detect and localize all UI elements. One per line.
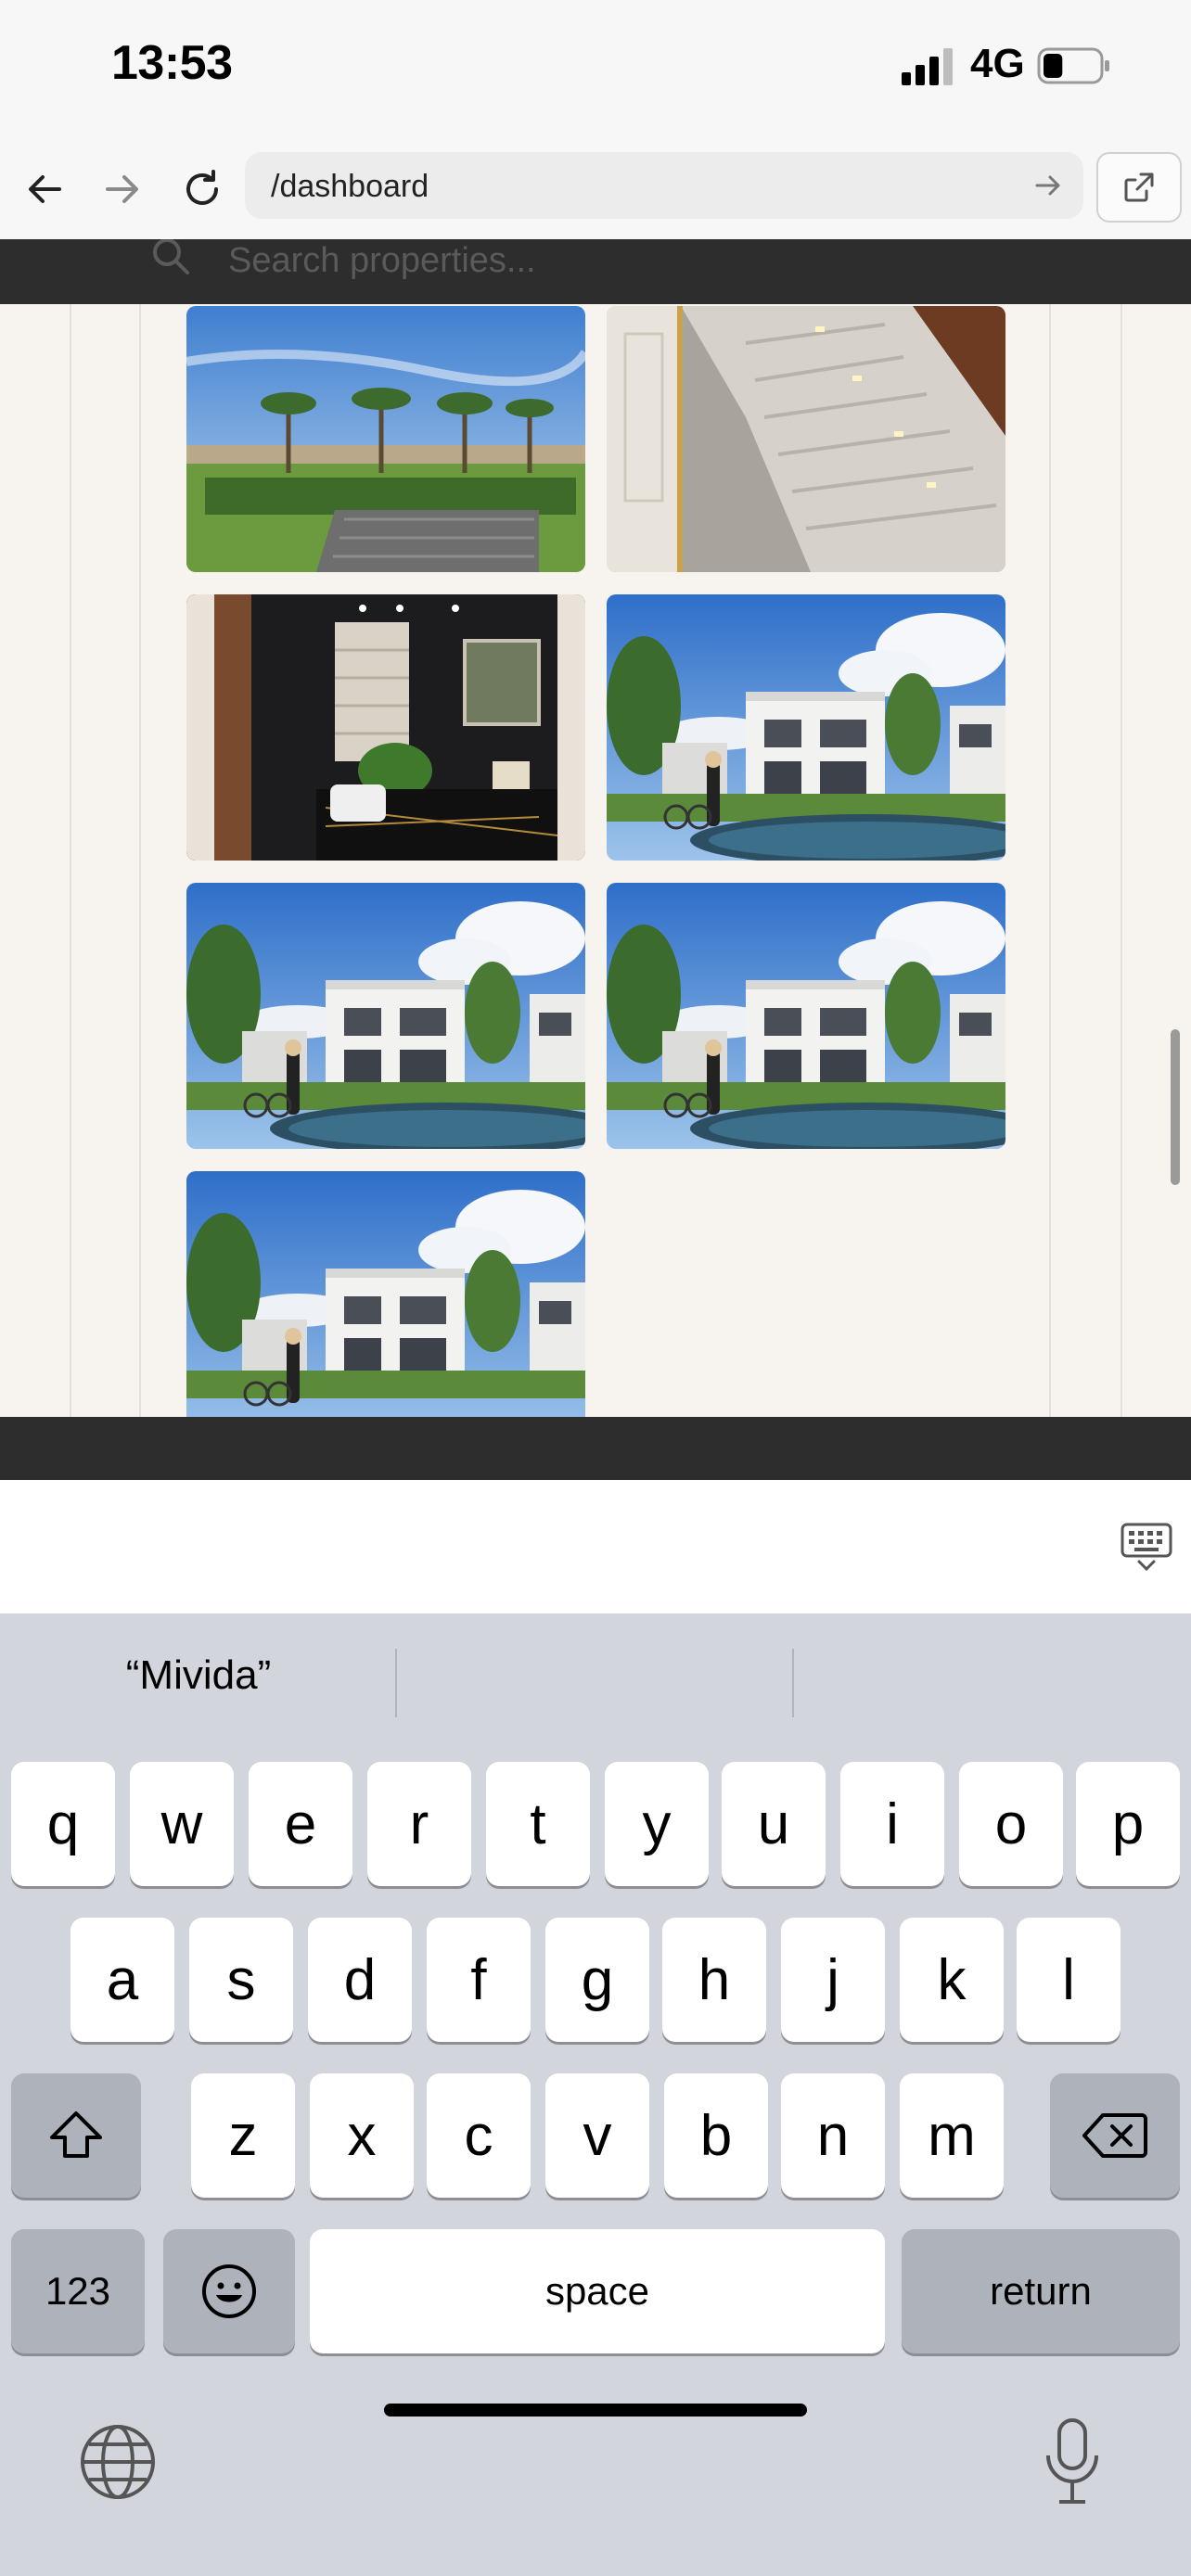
- gallery-photo[interactable]: [186, 883, 585, 1149]
- key-x[interactable]: x: [310, 2073, 414, 2198]
- key-k[interactable]: k: [900, 1918, 1004, 2042]
- browser-toolbar: /dashboard: [0, 139, 1191, 239]
- forward-button[interactable]: [95, 161, 150, 217]
- key-c[interactable]: c: [427, 2073, 531, 2198]
- key-o[interactable]: o: [959, 1762, 1063, 1886]
- go-arrow-icon[interactable]: [1030, 167, 1067, 204]
- network-type: 4G: [970, 41, 1025, 86]
- open-external-button[interactable]: [1096, 152, 1182, 223]
- key-h[interactable]: h: [662, 1918, 766, 2042]
- divider-line: [1121, 304, 1122, 1417]
- search-input[interactable]: [226, 239, 972, 289]
- divider-line: [139, 304, 141, 1417]
- divider-line: [70, 304, 71, 1417]
- key-y[interactable]: y: [605, 1762, 709, 1886]
- divider-line: [1049, 304, 1051, 1417]
- key-l[interactable]: l: [1017, 1918, 1121, 2042]
- key-g[interactable]: g: [545, 1918, 649, 2042]
- key-a[interactable]: a: [70, 1918, 174, 2042]
- gallery-container: [0, 304, 1191, 1417]
- gallery-photo[interactable]: [607, 306, 1005, 572]
- key-n[interactable]: n: [781, 2073, 885, 2198]
- arrow-right-icon: [106, 175, 138, 203]
- gallery-photo[interactable]: [186, 1171, 585, 1417]
- key-b[interactable]: b: [664, 2073, 768, 2198]
- scrollbar-thumb[interactable]: [1171, 1029, 1180, 1185]
- key-q[interactable]: q: [11, 1762, 115, 1886]
- status-time: 13:53: [111, 36, 233, 90]
- microphone-icon[interactable]: [1043, 2417, 1102, 2507]
- home-indicator[interactable]: [384, 2404, 807, 2417]
- search-icon: [153, 239, 189, 274]
- gallery-photo[interactable]: [186, 594, 585, 861]
- emoji-key[interactable]: [163, 2229, 295, 2353]
- key-r[interactable]: r: [367, 1762, 471, 1886]
- reload-icon: [186, 170, 218, 205]
- suggestion-divider: [792, 1649, 794, 1717]
- key-p[interactable]: p: [1076, 1762, 1180, 1886]
- address-bar[interactable]: /dashboard: [245, 152, 1083, 219]
- page-footer-bar: [0, 1417, 1191, 1480]
- gallery-photo[interactable]: [186, 306, 585, 572]
- shift-icon: [50, 2111, 102, 2158]
- key-d[interactable]: d: [308, 1918, 412, 2042]
- key-s[interactable]: s: [189, 1918, 293, 2042]
- key-t[interactable]: t: [486, 1762, 590, 1886]
- reload-button[interactable]: [174, 161, 230, 217]
- return-key[interactable]: return: [902, 2229, 1180, 2353]
- key-m[interactable]: m: [900, 2073, 1004, 2198]
- suggestion-divider: [395, 1649, 397, 1717]
- keyboard-accessory-bar: [0, 1480, 1191, 1613]
- backspace-icon: [1082, 2113, 1147, 2158]
- back-button[interactable]: [17, 161, 72, 217]
- search-bar: [0, 239, 1191, 304]
- status-bar: 13:53 4G: [0, 0, 1191, 139]
- url-text: /dashboard: [271, 169, 429, 204]
- globe-icon[interactable]: [78, 2422, 158, 2502]
- arrow-left-icon: [29, 175, 61, 203]
- battery-icon: [1037, 47, 1109, 84]
- key-i[interactable]: i: [840, 1762, 944, 1886]
- gallery-photo[interactable]: [607, 883, 1005, 1149]
- emoji-icon: [202, 2264, 256, 2318]
- key-u[interactable]: u: [722, 1762, 826, 1886]
- external-link-icon: [1124, 172, 1154, 202]
- keyboard-dismiss-icon[interactable]: [1119, 1521, 1174, 1573]
- key-e[interactable]: e: [249, 1762, 352, 1886]
- signal-strength-icon: [902, 48, 953, 85]
- suggestion-1[interactable]: “Mivida”: [4, 1652, 393, 1699]
- on-screen-keyboard: “Mivida” q w e r t y u i o p a s d f g h…: [0, 1613, 1191, 2576]
- shift-key[interactable]: [11, 2073, 141, 2198]
- space-key[interactable]: space: [310, 2229, 885, 2353]
- key-j[interactable]: j: [781, 1918, 885, 2042]
- numbers-key[interactable]: 123: [11, 2229, 145, 2353]
- key-z[interactable]: z: [191, 2073, 295, 2198]
- gallery-photo[interactable]: [607, 594, 1005, 861]
- delete-key[interactable]: [1050, 2073, 1180, 2198]
- key-v[interactable]: v: [545, 2073, 649, 2198]
- key-f[interactable]: f: [427, 1918, 531, 2042]
- key-w[interactable]: w: [130, 1762, 234, 1886]
